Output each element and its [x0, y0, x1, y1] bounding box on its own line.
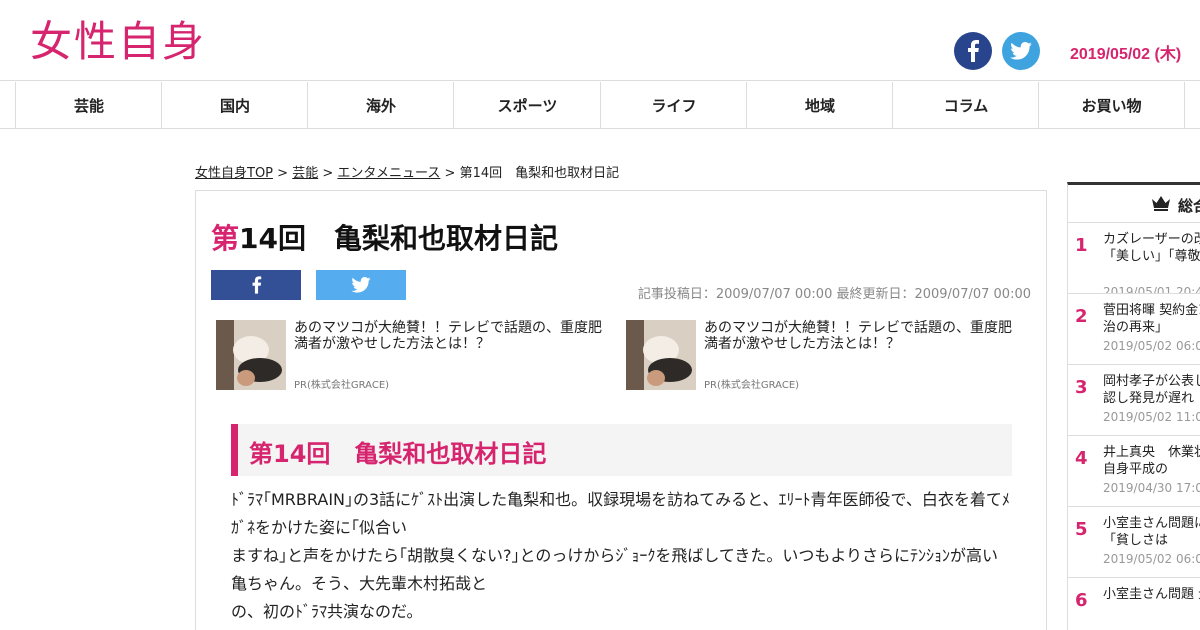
rank-date: 2019/05/01 20:48 — [1103, 285, 1200, 294]
article-body: ﾄﾞﾗﾏ｢MRBRAIN｣の3話にｹﾞｽﾄ出演した亀梨和也。収録現場を訪ねてみる… — [231, 486, 1011, 626]
rank-date: 2019/05/02 06:00 — [1103, 339, 1200, 353]
rank-title[interactable]: カズレーザーの改元コメントに「美しい」「尊敬」と称... — [1103, 231, 1200, 265]
pr-thumbnail[interactable] — [216, 320, 286, 390]
rank-date: 2019/05/02 06:00 — [1103, 552, 1200, 566]
main-nav: 芸能 国内 海外 スポーツ ライフ 地域 コラム お買い物 — [0, 82, 1200, 129]
pr-headline[interactable]: あのマツコが大絶賛！！テレビで話題の、重度肥満者が激やせした方法とは！？ — [704, 320, 1022, 352]
article-subheading: 第14回 亀梨和也取材日記 — [231, 424, 1012, 476]
breadcrumb-current: 第14回 亀梨和也取材日記 — [459, 166, 620, 181]
nav-item-sports[interactable]: スポーツ — [453, 82, 601, 128]
title-accent: 第 — [211, 222, 240, 255]
body-paragraph: ﾄﾞﾗﾏ｢MRBRAIN｣の3話にｹﾞｽﾄ出演した亀梨和也。収録現場を訪ねてみる… — [231, 490, 1010, 537]
pr-headline[interactable]: あのマツコが大絶賛！！テレビで話題の、重度肥満者が激やせした方法とは！？ — [294, 320, 612, 352]
pr-thumbnail[interactable] — [626, 320, 696, 390]
twitter-icon[interactable] — [1002, 32, 1040, 70]
facebook-icon[interactable] — [954, 32, 992, 70]
article-card: 第14回 亀梨和也取材日記 記事投稿日：2009/07/07 00:00 最終更… — [195, 190, 1047, 630]
site-header: 女性自身 2019/05/02 (木) — [0, 0, 1200, 81]
breadcrumb: 女性自身TOP > 芸能 > エンタメニュース > 第14回 亀梨和也取材日記 — [195, 162, 619, 181]
breadcrumb-link-entertainment[interactable]: 芸能 — [292, 166, 318, 181]
site-logo[interactable]: 女性自身 — [30, 14, 206, 70]
breadcrumb-separator: > — [277, 166, 289, 181]
ranking-item[interactable]: 3 岡村孝子が公表した病 風邪だと誤認し発見が遅れ 2019/05/02 11:… — [1068, 365, 1200, 436]
ranking-item[interactable]: 2 菅田将暉 契約金1億円で「福山雅治の再来」 2019/05/02 06:00 — [1068, 294, 1200, 365]
breadcrumb-separator: > — [444, 166, 456, 181]
article-dates: 記事投稿日：2009/07/07 00:00 最終更新日：2009/07/07 … — [637, 287, 1031, 302]
rank-title[interactable]: 井上真央 休業状態の告白【女性自身平成の — [1103, 444, 1200, 478]
nav-item-shopping[interactable]: お買い物 — [1038, 82, 1185, 128]
title-text: 14回 亀梨和也取材日記 — [239, 222, 558, 255]
breadcrumb-link-news[interactable]: エンタメニュース — [337, 166, 440, 181]
rank-date: 2019/04/30 17:00 — [1103, 481, 1200, 495]
nav-item-overseas[interactable]: 海外 — [307, 82, 454, 128]
current-date: 2019/05/02 (木) — [1070, 46, 1182, 63]
rank-number: 5 — [1075, 519, 1088, 540]
ranking-item[interactable]: 4 井上真央 休業状態の告白【女性自身平成の 2019/04/30 17:00 — [1068, 436, 1200, 507]
article-title: 第14回 亀梨和也取材日記 — [211, 217, 558, 257]
crown-icon — [1152, 196, 1170, 211]
rank-title[interactable]: 菅田将暉 契約金1億円で「福山雅治の再来」 — [1103, 302, 1200, 336]
twitter-share-button[interactable] — [316, 270, 406, 300]
ranking-item[interactable]: 5 小室圭さん問題に有識者が提言「貧しさは 2019/05/02 06:00 — [1068, 507, 1200, 578]
facebook-share-button[interactable] — [211, 270, 301, 300]
rank-number: 3 — [1075, 377, 1088, 398]
pr-sponsor: PR(株式会社GRACE) — [704, 380, 800, 391]
rank-number: 6 — [1075, 590, 1088, 611]
subheading-text: 第14回 亀梨和也取材日記 — [249, 440, 547, 468]
rank-number: 2 — [1075, 306, 1088, 327]
facebook-icon — [252, 276, 261, 294]
breadcrumb-separator: > — [322, 166, 334, 181]
rank-title[interactable]: 小室圭さん問題に有識者が提言「貧しさは — [1103, 515, 1200, 549]
nav-item-region[interactable]: 地域 — [746, 82, 893, 128]
ranking-header: 総合 — [1068, 185, 1200, 223]
nav-item-domestic[interactable]: 国内 — [161, 82, 308, 128]
nav-item-column[interactable]: コラム — [892, 82, 1039, 128]
twitter-icon — [351, 277, 371, 293]
ranking-sidebar: 総合 1 カズレーザーの改元コメントに「美しい」「尊敬」と称... 2019/0… — [1067, 182, 1200, 630]
rank-date: 2019/05/02 11:00 — [1103, 410, 1200, 424]
pr-sponsor: PR(株式会社GRACE) — [294, 380, 390, 391]
rank-number: 1 — [1075, 235, 1088, 256]
ranking-heading: 総合 — [1178, 197, 1200, 215]
body-paragraph: ますね｣と声をかけたら｢胡散臭くない?｣とのっけからｼﾞｮｰｸを飛ばしてきた。い… — [231, 546, 999, 593]
rank-number: 4 — [1075, 448, 1088, 469]
breadcrumb-link-top[interactable]: 女性自身TOP — [195, 166, 273, 181]
ranking-item[interactable]: 1 カズレーザーの改元コメントに「美しい」「尊敬」と称... 2019/05/0… — [1068, 223, 1200, 294]
nav-item-entertainment[interactable]: 芸能 — [15, 82, 162, 128]
rank-title[interactable]: 小室圭さん問題 元婚約者男性の元 — [1103, 586, 1200, 603]
ranking-item[interactable]: 6 小室圭さん問題 元婚約者男性の元 — [1068, 578, 1200, 630]
pr-ad[interactable]: あのマツコが大絶賛！！テレビで話題の、重度肥満者が激やせした方法とは！？ PR(… — [216, 320, 611, 392]
rank-title[interactable]: 岡村孝子が公表した病 風邪だと誤認し発見が遅れ — [1103, 373, 1200, 407]
pr-ad[interactable]: あのマツコが大絶賛！！テレビで話題の、重度肥満者が激やせした方法とは！？ PR(… — [626, 320, 1021, 392]
body-paragraph: の、初のﾄﾞﾗﾏ共演なのだ。 — [231, 602, 423, 621]
nav-item-life[interactable]: ライフ — [600, 82, 747, 128]
